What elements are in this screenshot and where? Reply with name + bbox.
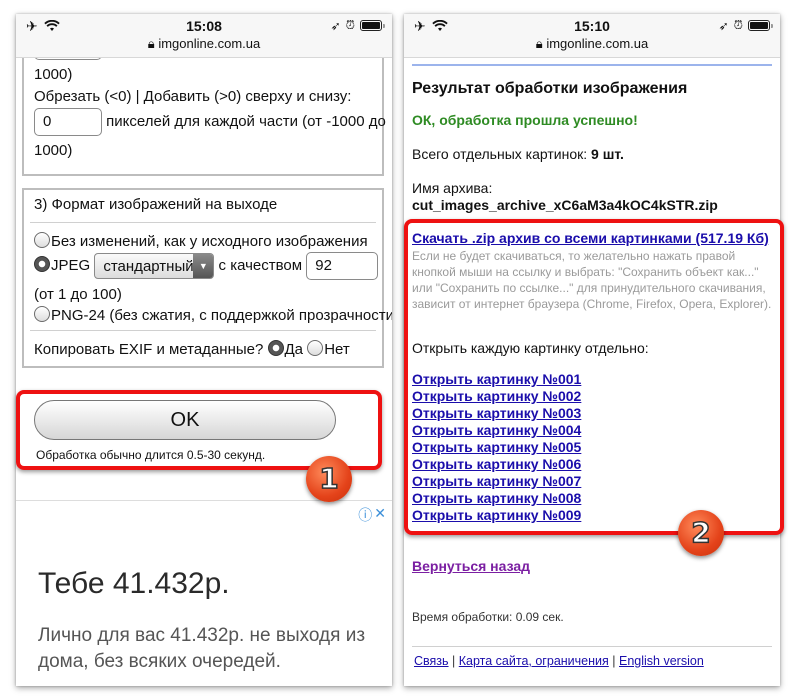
footer-separator: | — [452, 654, 456, 668]
image-count-value: 9 шт. — [591, 146, 624, 162]
left-phone-screen: ✈ 15:08 🔒︎ imgonline.com.ua ➶ ⏰︎ 0 пиксе… — [16, 14, 392, 686]
vertical-crop-label: Обрезать (<0) | Добавить (>0) сверху и с… — [34, 88, 352, 105]
format-option-unchanged[interactable]: Без изменений, как у исходного изображен… — [34, 232, 368, 250]
info-icon[interactable]: ⓘ — [358, 505, 372, 525]
radio-exif-yes[interactable] — [267, 340, 284, 356]
location-icon: ➶ — [718, 18, 729, 33]
page-title: Результат обработки изображения — [412, 80, 688, 97]
battery-icon — [748, 20, 773, 31]
status-bar: ✈ 15:10 🔒︎ imgonline.com.ua ➶ ⏰︎ — [404, 14, 780, 58]
exif-label: Копировать EXIF и метаданные? — [34, 341, 264, 358]
processing-time: Время обработки: 0.09 сек. — [412, 610, 564, 624]
address-bar[interactable]: 🔒︎ imgonline.com.ua — [16, 36, 392, 52]
archive-label: Имя архива: — [412, 180, 493, 196]
success-message: ОК, обработка прошла успешно! — [412, 112, 638, 128]
step-badge-2: 2 — [678, 510, 724, 556]
lock-icon: 🔒︎ — [147, 36, 155, 51]
ad-text: Лично для вас 41.432р. не выходя из дома… — [38, 625, 366, 672]
close-icon[interactable]: ✕ — [374, 505, 386, 525]
divider — [412, 64, 772, 66]
footer-sitemap-link[interactable]: Карта сайта, ограничения — [459, 654, 609, 668]
url-text: imgonline.com.ua — [158, 36, 261, 51]
archive-name: cut_images_archive_xC6aM3a4kOC4kSTR.zip — [412, 197, 718, 213]
vertical-pixels-label: пикселей для каждой части (от -1000 до — [106, 112, 386, 130]
highlight-box-2 — [404, 219, 784, 535]
divider — [30, 222, 376, 223]
quality-input[interactable]: 92 — [306, 252, 379, 280]
chevron-down-icon: ▼ — [193, 254, 214, 278]
radio-jpeg[interactable] — [34, 255, 50, 272]
radio-png[interactable] — [34, 306, 50, 322]
step-badge-1: 1 — [306, 456, 352, 502]
section-output-format: 3) Формат изображений на выходе Без изме… — [22, 188, 392, 368]
alarm-icon: ⏰︎ — [733, 18, 743, 32]
lock-icon: 🔒︎ — [535, 36, 543, 51]
horizontal-range-tail: 1000) — [34, 66, 73, 83]
divider — [412, 646, 772, 647]
image-count: Всего отдельных картинок: 9 шт. — [412, 146, 624, 162]
radio-unchanged[interactable] — [34, 232, 50, 248]
address-bar[interactable]: 🔒︎ imgonline.com.ua — [404, 36, 780, 52]
quality-label: с качеством — [218, 256, 303, 274]
footer: Связь | Карта сайта, ограничения | Engli… — [414, 654, 704, 668]
alarm-icon: ⏰︎ — [345, 18, 355, 32]
battery-icon — [360, 20, 385, 31]
section-title: 3) Формат изображений на выходе — [34, 196, 278, 213]
footer-english-link[interactable]: English version — [619, 654, 704, 668]
radio-exif-no[interactable] — [307, 340, 324, 356]
exif-no-option[interactable]: Нет — [307, 340, 350, 358]
back-link[interactable]: Вернуться назад — [412, 558, 530, 574]
status-bar: ✈ 15:08 🔒︎ imgonline.com.ua ➶ ⏰︎ — [16, 14, 392, 58]
section-crop-settings: 0 пикселей для каждой части (от -1000 до… — [22, 32, 386, 176]
location-icon: ➶ — [330, 18, 341, 33]
footer-separator: | — [612, 654, 616, 668]
vertical-pixels-input[interactable]: 0 — [34, 108, 102, 136]
jpeg-type-select[interactable]: стандартный ▼ — [94, 253, 215, 279]
format-option-jpeg[interactable]: JPEG — [34, 255, 90, 274]
footer-contact-link[interactable]: Связь — [414, 654, 449, 668]
advertisement[interactable]: ⓘ ✕ Тебе 41.432р. Лично для вас 41.432р.… — [16, 500, 392, 686]
ad-title: Тебе 41.432р. — [38, 567, 230, 600]
exif-yes-option[interactable]: Да — [267, 340, 303, 358]
format-option-png[interactable]: PNG-24 (без сжатия, с поддержкой прозрач… — [34, 306, 392, 324]
vertical-range-tail: 1000) — [34, 142, 73, 159]
url-text: imgonline.com.ua — [546, 36, 649, 51]
quality-range: (от 1 до 100) — [34, 286, 122, 303]
divider — [30, 330, 376, 331]
